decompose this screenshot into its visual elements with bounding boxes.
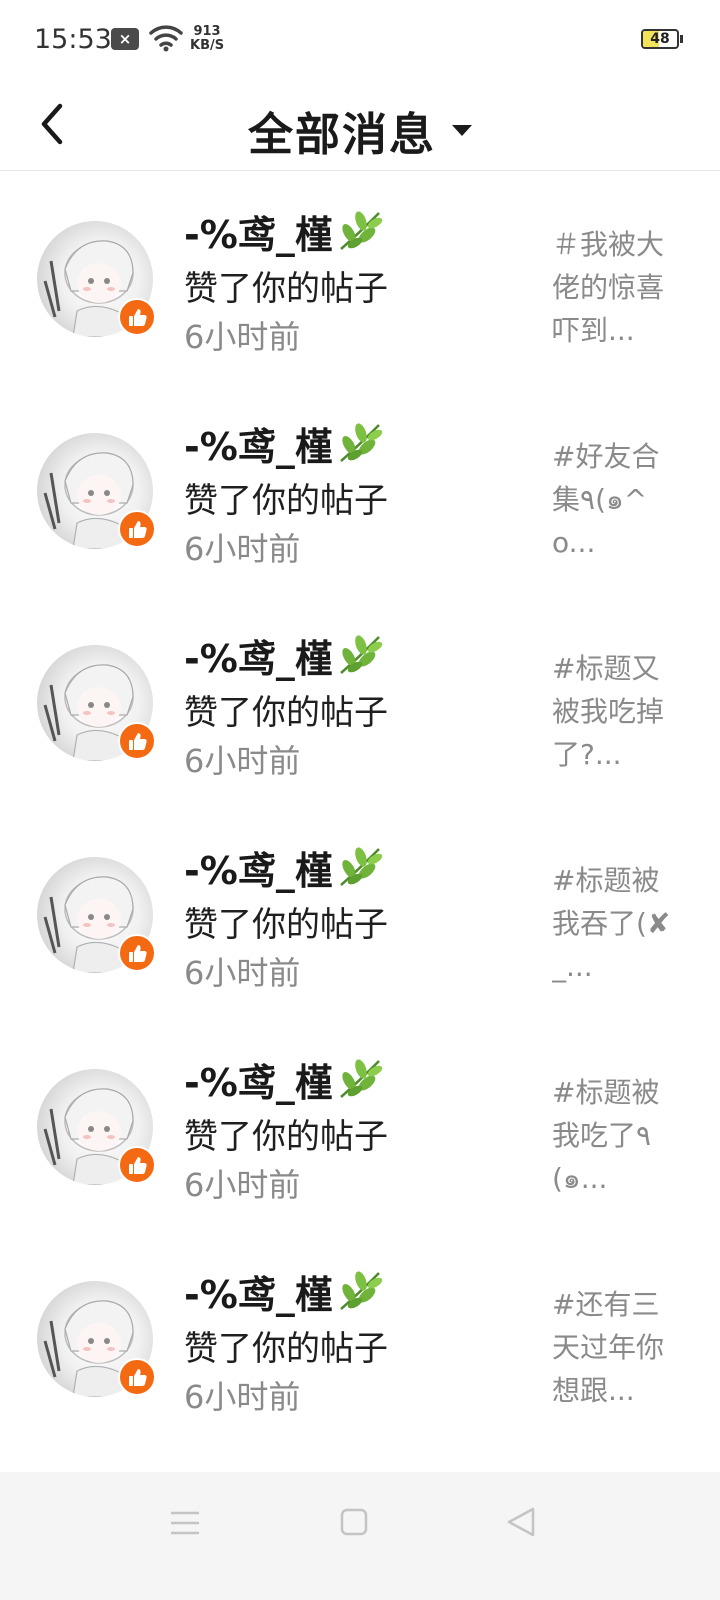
nickname-text: -%鸢_槿 (184, 849, 333, 893)
post-snippet[interactable]: #标题被我吃了٩(๑... (552, 1071, 682, 1200)
thumbs-up-icon (129, 733, 147, 750)
message-item[interactable]: -%鸢_槿 赞了你的帖子 6小时前 #标题被我吞了(✘_... (0, 801, 720, 1013)
square-home-icon[interactable] (340, 1508, 368, 1540)
nickname-text: -%鸢_槿 (184, 637, 333, 681)
post-snippet[interactable]: ＃我被大佬的惊喜吓到... (552, 223, 682, 352)
close-box-icon: × (111, 28, 139, 50)
thumbs-up-icon (129, 1369, 147, 1386)
herb-icon (335, 633, 383, 690)
message-time: 6小时前 (184, 742, 301, 780)
network-speed-value: 913 (193, 24, 221, 39)
app-header: 全部消息 (0, 80, 720, 171)
nickname-text: -%鸢_槿 (184, 1273, 333, 1317)
like-badge (118, 298, 156, 336)
user-nickname[interactable]: -%鸢_槿 (184, 1057, 383, 1114)
message-time: 6小时前 (184, 1166, 301, 1204)
herb-icon (335, 1269, 383, 1326)
status-time: 15:53 (34, 24, 112, 55)
message-action: 赞了你的帖子 (184, 1117, 388, 1157)
message-item[interactable]: -%鸢_槿 赞了你的帖子 6小时前 #标题又被我吃掉了?... (0, 589, 720, 801)
post-snippet[interactable]: #标题又被我吃掉了?... (552, 647, 682, 776)
user-nickname[interactable]: -%鸢_槿 (184, 421, 383, 478)
battery-icon: 48 (641, 29, 679, 49)
message-item[interactable]: -%鸢_槿 赞了你的帖子 6小时前 #还有三天过年你想跟... (0, 1225, 720, 1437)
user-nickname[interactable]: -%鸢_槿 (184, 845, 383, 902)
message-time: 6小时前 (184, 318, 301, 356)
message-action: 赞了你的帖子 (184, 269, 388, 309)
system-nav-bar (0, 1472, 720, 1600)
herb-icon (335, 421, 383, 478)
message-time: 6小时前 (184, 954, 301, 992)
message-item[interactable]: -%鸢_槿 赞了你的帖子 6小时前 #标题被我吃了٩(๑... (0, 1013, 720, 1225)
message-action: 赞了你的帖子 (184, 905, 388, 945)
message-action: 赞了你的帖子 (184, 481, 388, 521)
user-nickname[interactable]: -%鸢_槿 (184, 633, 383, 690)
wifi-icon (149, 24, 183, 52)
menu-icon[interactable] (170, 1508, 200, 1542)
like-badge (118, 722, 156, 760)
like-badge (118, 510, 156, 548)
status-bar: 15:53 × 913 KB/S 48 (0, 0, 720, 80)
nickname-text: -%鸢_槿 (184, 213, 333, 257)
like-badge (118, 1146, 156, 1184)
battery-tip (680, 35, 683, 43)
user-nickname[interactable]: -%鸢_槿 (184, 209, 383, 266)
triangle-back-icon[interactable] (506, 1506, 536, 1542)
thumbs-up-icon (129, 1157, 147, 1174)
nickname-text: -%鸢_槿 (184, 425, 333, 469)
caret-down-icon (452, 125, 472, 136)
message-item[interactable]: -%鸢_槿 赞了你的帖子 6小时前 #好友合集٩(๑^o... (0, 377, 720, 589)
nickname-text: -%鸢_槿 (184, 1061, 333, 1105)
thumbs-up-icon (129, 309, 147, 326)
thumbs-up-icon (129, 945, 147, 962)
message-time: 6小时前 (184, 1378, 301, 1416)
post-snippet[interactable]: #标题被我吞了(✘_... (552, 859, 682, 988)
thumbs-up-icon (129, 521, 147, 538)
like-badge (118, 1358, 156, 1396)
user-nickname[interactable]: -%鸢_槿 (184, 1269, 383, 1326)
message-action: 赞了你的帖子 (184, 693, 388, 733)
message-action: 赞了你的帖子 (184, 1329, 388, 1369)
network-speed: 913 KB/S (190, 25, 224, 53)
battery-level: 48 (650, 31, 670, 47)
post-snippet[interactable]: #还有三天过年你想跟... (552, 1283, 682, 1412)
herb-icon (335, 209, 383, 266)
like-badge (118, 934, 156, 972)
network-speed-unit: KB/S (190, 38, 225, 53)
message-item[interactable]: -%鸢_槿 赞了你的帖子 6小时前 ＃我被大佬的惊喜吓到... (0, 165, 720, 377)
herb-icon (335, 1057, 383, 1114)
message-time: 6小时前 (184, 530, 301, 568)
title-dropdown[interactable]: 全部消息 (0, 98, 720, 163)
message-list: -%鸢_槿 赞了你的帖子 6小时前 #我被大佬的惊喜也太... (0, 0, 720, 1437)
page-title: 全部消息 (247, 108, 436, 161)
post-snippet[interactable]: #好友合集٩(๑^o... (552, 435, 682, 564)
herb-icon (335, 845, 383, 902)
